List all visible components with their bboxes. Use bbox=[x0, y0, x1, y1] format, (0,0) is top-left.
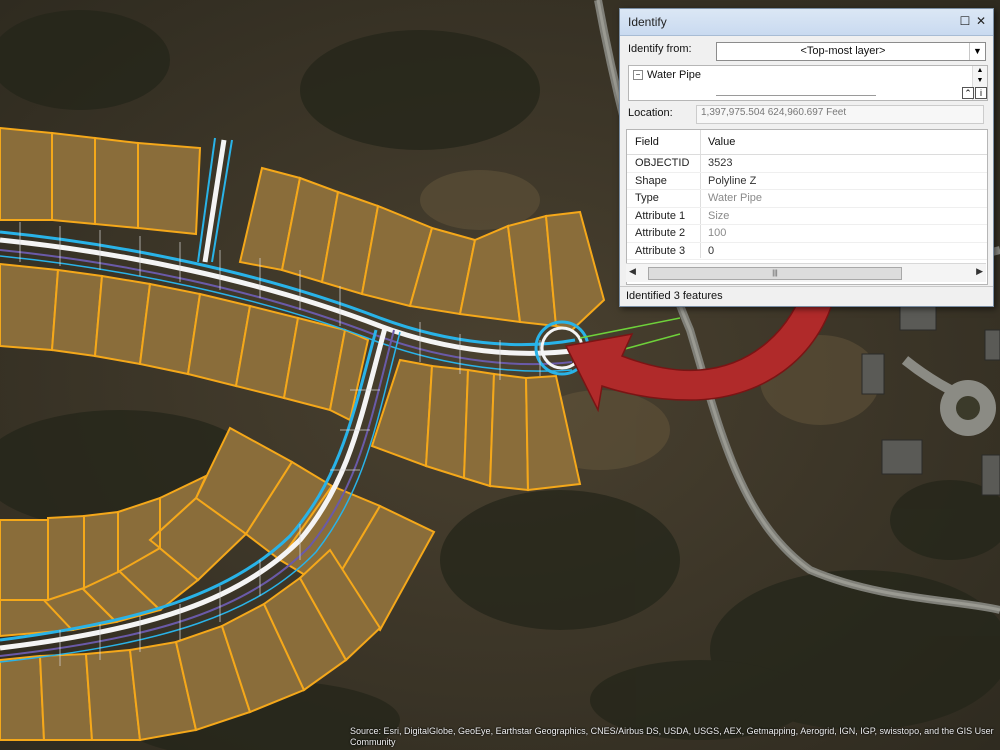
table-row[interactable]: Attribute 1 Size bbox=[627, 208, 987, 225]
grid-header: Field Value bbox=[627, 130, 987, 155]
row-field: Shape bbox=[635, 174, 667, 187]
row-field: Attribute 2 bbox=[635, 227, 686, 239]
table-row[interactable]: Type Water Pipe bbox=[627, 190, 987, 208]
table-row[interactable]: Attribute 3 0 bbox=[627, 243, 987, 260]
header-value: Value bbox=[708, 136, 736, 148]
grid-horizontal-scrollbar[interactable]: ◀ ||| ▶ bbox=[626, 263, 986, 282]
window-title: Identify bbox=[628, 15, 667, 29]
identify-window[interactable]: Identify ☐ ✕ Identify from: <Top-most la… bbox=[619, 8, 994, 307]
row-value: 3523 bbox=[708, 157, 733, 169]
scroll-thumb[interactable]: ||| bbox=[648, 267, 902, 280]
table-row[interactable]: Attribute 2 100 bbox=[627, 225, 987, 243]
attribute-grid: Field Value OBJECTID 3523 Shape Polyline… bbox=[626, 129, 988, 285]
pane-splitter[interactable] bbox=[716, 95, 876, 96]
row-field: Type bbox=[635, 192, 659, 204]
identify-from-value: <Top-most layer> bbox=[800, 45, 886, 57]
row-value: Polyline Z bbox=[708, 174, 757, 187]
status-bar: Identified 3 features bbox=[620, 286, 993, 306]
pane-buttons: ⌃ i bbox=[961, 87, 987, 99]
identify-titlebar[interactable]: Identify ☐ ✕ bbox=[620, 9, 993, 36]
scroll-right-icon[interactable]: ▶ bbox=[976, 266, 983, 277]
tree-node-label: Water Pipe bbox=[647, 69, 702, 81]
identify-from-label: Identify from: bbox=[628, 43, 692, 55]
row-value: 0 bbox=[708, 244, 715, 257]
location-label: Location: bbox=[628, 107, 673, 119]
collapse-all-icon[interactable]: ⌃ bbox=[962, 87, 974, 99]
location-value: 1,397,975.504 624,960.697 Feet bbox=[696, 105, 984, 124]
table-row[interactable]: Shape Polyline Z bbox=[627, 173, 987, 190]
status-text: Identified 3 features bbox=[626, 290, 723, 302]
tree-node-water-pipe[interactable]: − Water Pipe bbox=[633, 69, 701, 81]
row-value: Size bbox=[708, 209, 730, 222]
row-value: Water Pipe bbox=[708, 192, 763, 204]
info-icon[interactable]: i bbox=[975, 87, 987, 99]
table-row[interactable]: OBJECTID 3523 bbox=[627, 155, 987, 173]
chevron-down-icon[interactable]: ▼ bbox=[969, 43, 985, 60]
identify-from-dropdown[interactable]: <Top-most layer> ▼ bbox=[716, 42, 986, 61]
scroll-left-icon[interactable]: ◀ bbox=[629, 266, 636, 277]
collapse-icon[interactable]: − bbox=[633, 70, 643, 80]
row-field: OBJECTID bbox=[635, 157, 690, 169]
row-value: 100 bbox=[708, 227, 727, 239]
row-field: Attribute 3 bbox=[635, 244, 686, 257]
row-field: Attribute 1 bbox=[635, 209, 686, 222]
map-credits: Source: Esri, DigitalGlobe, GeoEye, Eart… bbox=[350, 726, 994, 747]
maximize-icon[interactable]: ☐ bbox=[957, 13, 973, 29]
close-icon[interactable]: ✕ bbox=[973, 13, 989, 29]
header-field: Field bbox=[635, 136, 659, 148]
